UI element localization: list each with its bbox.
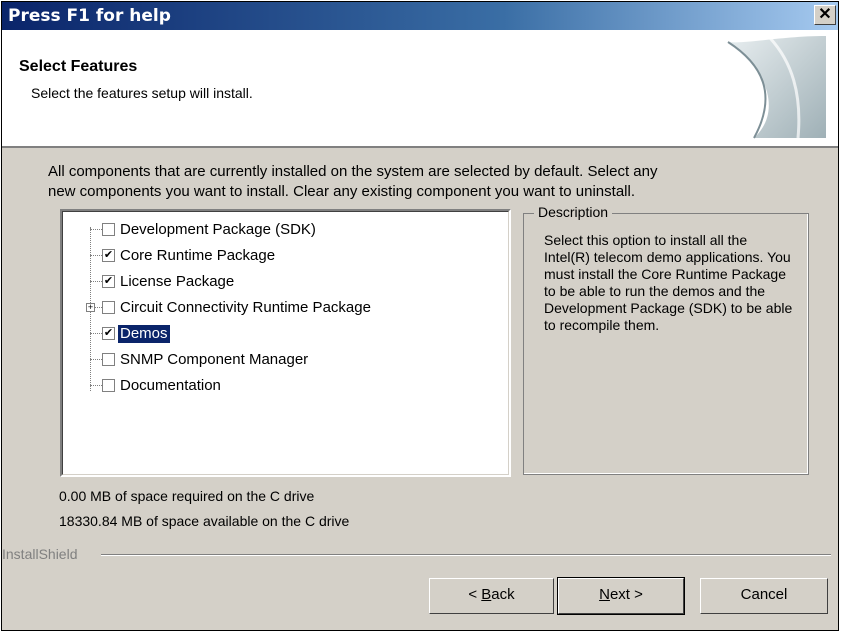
close-button[interactable]: ✕ (814, 5, 836, 25)
feature-row[interactable]: ✔ Demos (62, 323, 509, 347)
tree-branch-line (90, 333, 102, 334)
feature-checkbox[interactable]: ✔ (102, 327, 115, 340)
header-swoosh-graphic (727, 36, 826, 139)
space-available: 18330.84 MB of space available on the C … (59, 513, 350, 529)
feature-label[interactable]: License Package (118, 273, 236, 291)
close-icon: ✕ (818, 6, 832, 23)
header-panel: Select Features Select the features setu… (2, 30, 838, 148)
feature-checkbox[interactable] (102, 223, 115, 236)
feature-label[interactable]: Circuit Connectivity Runtime Package (118, 299, 373, 317)
feature-row[interactable]: SNMP Component Manager (62, 349, 509, 373)
installshield-brand: InstallShield (2, 546, 78, 562)
feature-label[interactable]: SNMP Component Manager (118, 351, 310, 369)
feature-row[interactable]: Development Package (SDK) (62, 219, 509, 243)
feature-tree[interactable]: Development Package (SDK) ✔ Core Runtime P… (60, 209, 511, 477)
description-group: Description Select this option to instal… (523, 204, 809, 475)
back-button-rest: ack (491, 586, 515, 603)
footer-divider (101, 554, 831, 556)
page-title: Select Features (19, 58, 138, 75)
feature-label[interactable]: Documentation (118, 377, 223, 395)
title-bar[interactable]: Press F1 for help ✕ (2, 2, 838, 30)
feature-row[interactable]: + Circuit Connectivity Runtime Package (62, 297, 509, 321)
checkmark-icon: ✔ (103, 327, 114, 339)
instructions-line-1: All components that are currently instal… (48, 163, 658, 180)
checkmark-icon: ✔ (103, 249, 114, 261)
feature-label[interactable]: Core Runtime Package (118, 247, 277, 265)
next-button-accel: N (599, 586, 610, 603)
feature-checkbox[interactable] (102, 301, 115, 314)
tree-branch-line (90, 359, 102, 360)
checkmark-icon: ✔ (103, 275, 114, 287)
feature-checkbox[interactable]: ✔ (102, 249, 115, 262)
tree-branch-line (90, 255, 102, 256)
feature-label[interactable]: Development Package (SDK) (118, 221, 318, 239)
tree-branch-line (90, 229, 102, 230)
space-required: 0.00 MB of space required on the C drive (59, 488, 315, 504)
back-button-prefix: < (468, 586, 482, 603)
next-button[interactable]: Next > (557, 577, 685, 615)
back-button-accel: B (481, 586, 492, 603)
description-text: Select this option to install all the In… (544, 232, 793, 333)
expand-icon[interactable]: + (86, 303, 95, 312)
feature-checkbox[interactable] (102, 353, 115, 366)
feature-row[interactable]: ✔ License Package (62, 271, 509, 295)
setup-dialog: Press F1 for help ✕ Select Features Sele… (1, 1, 839, 631)
next-button-rest: ext > (609, 586, 643, 603)
feature-row[interactable]: ✔ Core Runtime Package (62, 245, 509, 269)
window-title: Press F1 for help (8, 6, 171, 26)
instructions-line-2: new components you want to install. Clea… (48, 183, 635, 200)
feature-row[interactable]: Documentation (62, 375, 509, 399)
feature-label[interactable]: Demos (117, 324, 171, 344)
back-button[interactable]: < Back (429, 578, 554, 614)
feature-checkbox[interactable] (102, 379, 115, 392)
tree-branch-line (90, 281, 102, 282)
feature-checkbox[interactable]: ✔ (102, 275, 115, 288)
page-subtitle: Select the features setup will install. (31, 85, 253, 101)
tree-branch-line (90, 385, 102, 386)
instructions: All components that are currently instal… (48, 162, 658, 202)
description-legend: Description (534, 204, 613, 220)
cancel-button[interactable]: Cancel (700, 578, 828, 614)
